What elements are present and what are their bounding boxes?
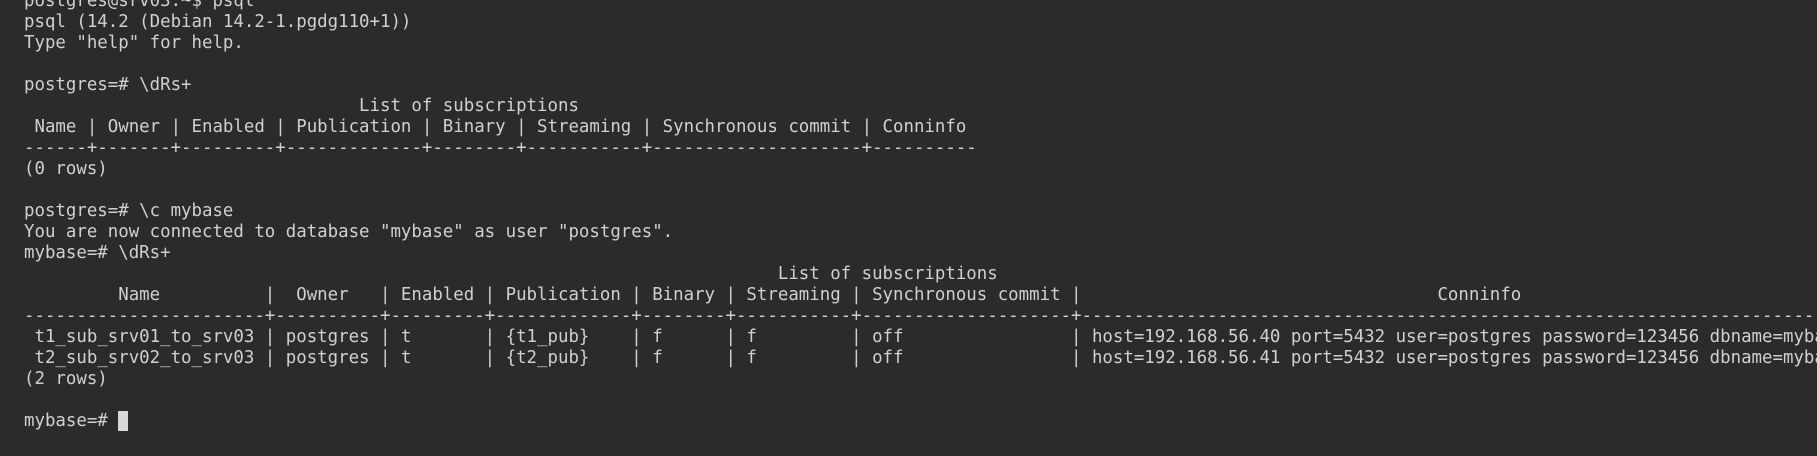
table-header: Name | Owner | Enabled | Publication | B… xyxy=(24,117,967,137)
table-separator: ------+-------+---------+-------------+-… xyxy=(24,138,977,158)
table-title: List of subscriptions xyxy=(24,96,579,116)
output-line: psql (14.2 (Debian 14.2-1.pgdg110+1)) xyxy=(24,12,412,32)
prompt-line[interactable]: mybase=# xyxy=(24,411,1817,432)
table-separator: -----------------------+----------+-----… xyxy=(24,306,1817,326)
row-count: (2 rows) xyxy=(24,369,108,389)
output-line: Type "help" for help. xyxy=(24,33,244,53)
cursor-block xyxy=(118,411,129,431)
terminal-window[interactable]: postgres@srv03:~$ psql psql (14.2 (Debia… xyxy=(0,0,1817,447)
table-title: List of subscriptions xyxy=(24,264,998,284)
output-line: You are now connected to database "mybas… xyxy=(24,222,674,242)
output-line: mybase=# \dRs+ xyxy=(24,243,171,263)
prompt-text: mybase=# xyxy=(24,411,119,431)
table-row: t2_sub_srv02_to_srv03 | postgres | t | {… xyxy=(24,348,1817,368)
row-count: (0 rows) xyxy=(24,159,108,179)
table-row: t1_sub_srv01_to_srv03 | postgres | t | {… xyxy=(24,327,1817,347)
output-line: postgres@srv03:~$ psql xyxy=(24,0,255,11)
table-header: Name | Owner | Enabled | Publication | B… xyxy=(24,285,1522,305)
output-line: postgres=# \dRs+ xyxy=(24,75,192,95)
output-line: postgres=# \c mybase xyxy=(24,201,234,221)
